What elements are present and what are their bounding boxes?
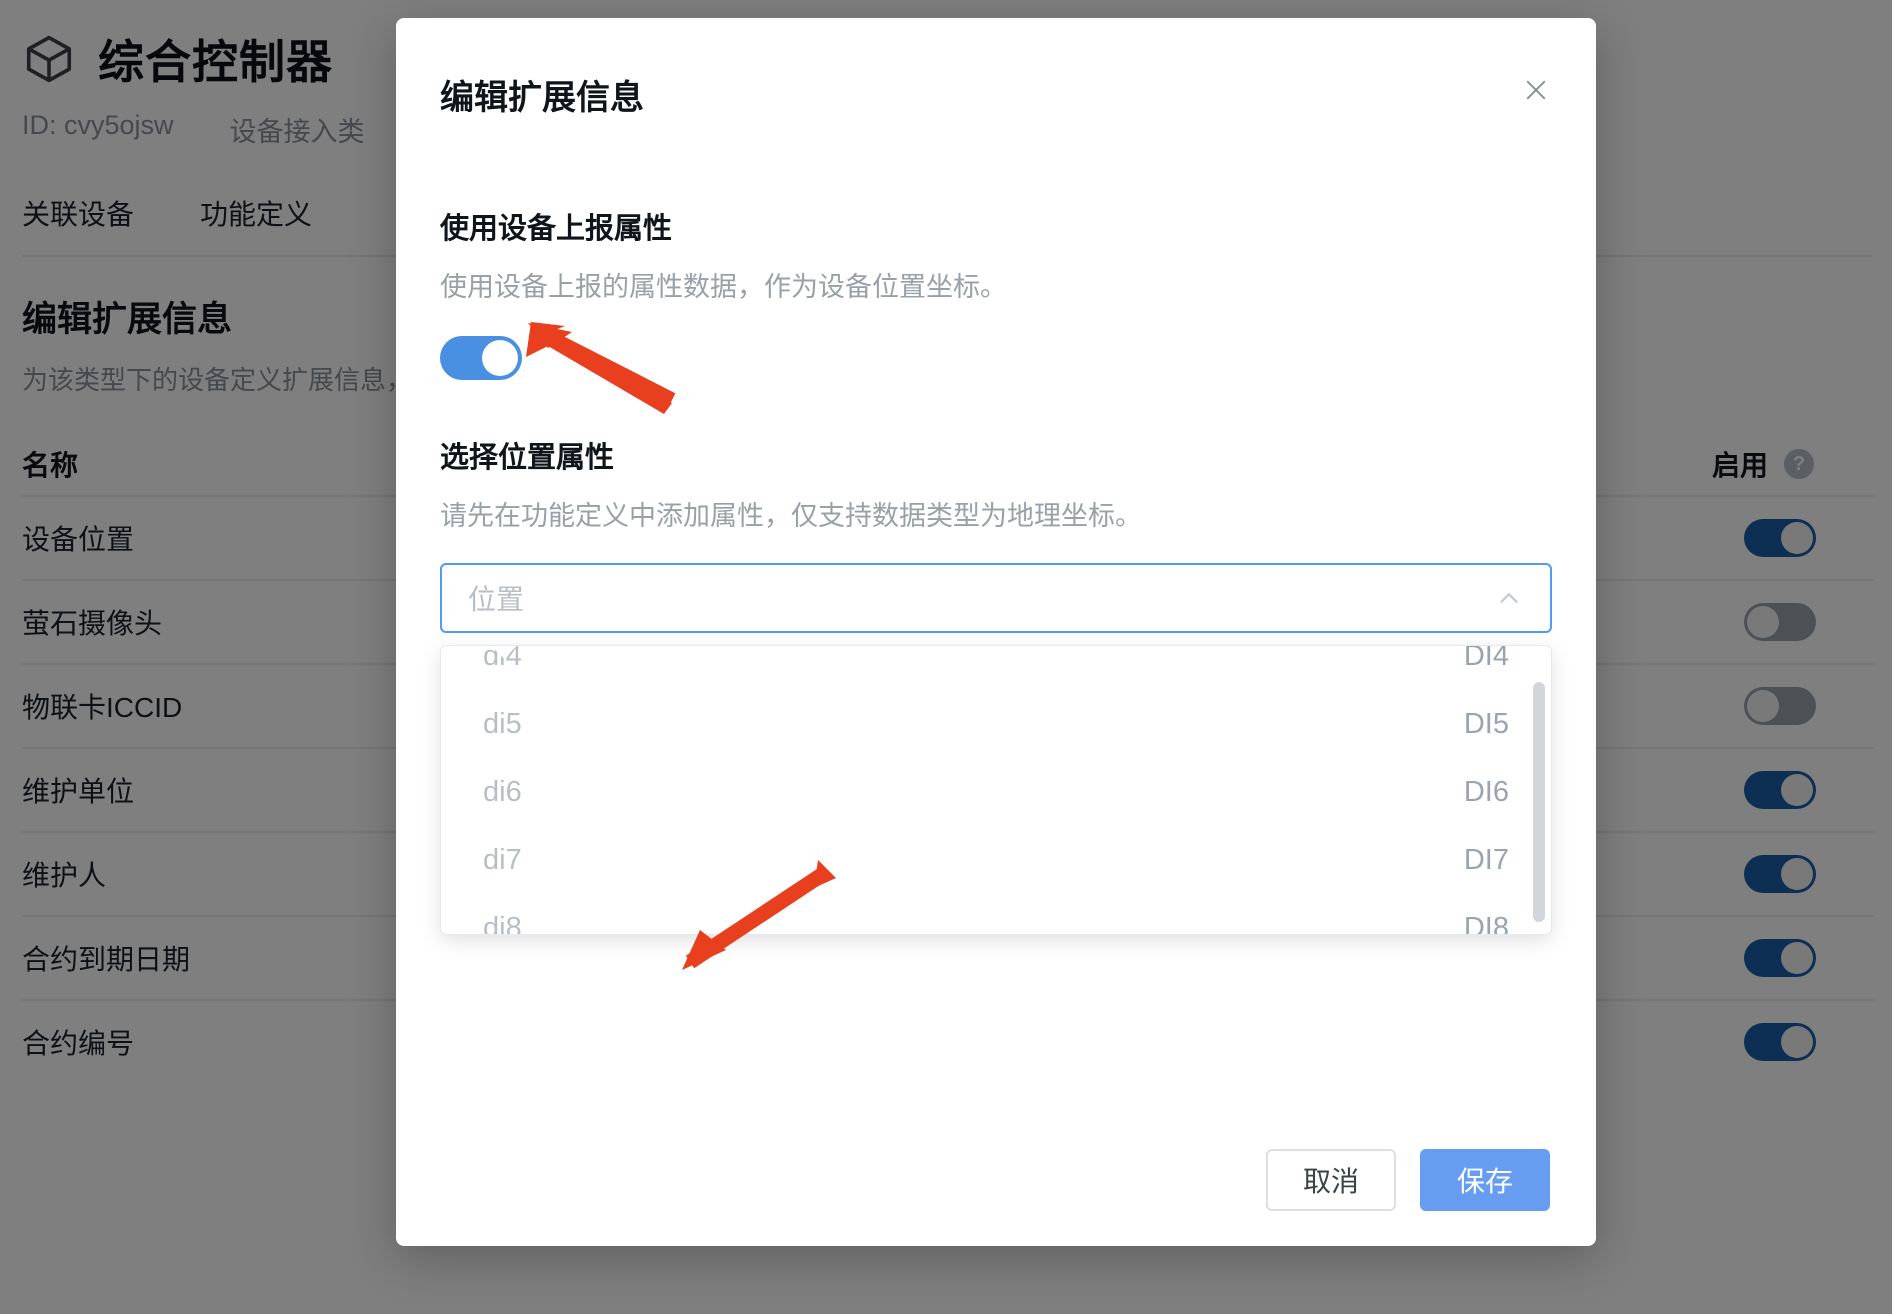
option-value: DI5 [1463, 707, 1509, 740]
position-attribute-description: 请先在功能定义中添加属性，仅支持数据类型为地理坐标。 [440, 501, 1142, 531]
option-key: di5 [483, 707, 522, 740]
dialog-title: 编辑扩展信息 [440, 79, 644, 117]
position-attribute-label: 选择位置属性 [440, 442, 615, 474]
position-attribute-select-wrap: 位置 di1 DI [440, 563, 1552, 935]
option-key: di6 [483, 775, 522, 808]
dropdown-option[interactable]: di4 DI4 [441, 646, 1551, 690]
option-value: DI7 [1463, 843, 1509, 876]
dialog-header: 编辑扩展信息 [396, 18, 1596, 119]
option-key: di8 [483, 911, 522, 935]
dropdown-option[interactable]: di5 DI5 [441, 690, 1551, 758]
use-reported-attribute-toggle[interactable] [440, 336, 522, 380]
dropdown-list: di1 DI1 di2 DI2 di3 DI3 [441, 646, 1551, 934]
save-button[interactable]: 保存 [1420, 1149, 1550, 1211]
dropdown-option[interactable]: di8 DI8 [441, 894, 1551, 935]
position-attribute-select[interactable]: 位置 [440, 563, 1552, 633]
cancel-button[interactable]: 取消 [1266, 1149, 1396, 1211]
chevron-up-icon [1494, 583, 1524, 613]
option-key: di4 [483, 646, 522, 672]
dialog-footer: 取消 保存 [396, 1114, 1596, 1246]
use-reported-attribute-block: 使用设备上报属性 使用设备上报的属性数据，作为设备位置坐标。 [440, 205, 1552, 380]
option-value: DI4 [1463, 646, 1509, 672]
position-attribute-placeholder: 位置 [468, 584, 525, 615]
option-value: DI8 [1463, 911, 1509, 935]
dialog-body: 使用设备上报属性 使用设备上报的属性数据，作为设备位置坐标。 选择位置属性 请先… [396, 205, 1596, 935]
dropdown-option[interactable]: di6 DI6 [441, 758, 1551, 826]
edit-extended-info-dialog: 编辑扩展信息 使用设备上报属性 使用设备上报的属性数据，作为设备位置坐标。 选择… [396, 18, 1596, 1246]
use-reported-attribute-label: 使用设备上报属性 [440, 213, 673, 245]
close-icon[interactable] [1516, 70, 1556, 110]
position-attribute-dropdown: di1 DI1 di2 DI2 di3 DI3 [440, 645, 1552, 935]
screen: 综合控制器 ID: cvy5ojsw 设备接入类 关联设备 功能定义 编辑扩展信… [0, 0, 1892, 1314]
option-key: di7 [483, 843, 522, 876]
dropdown-scrollbar[interactable] [1533, 682, 1545, 922]
dropdown-scroll-area[interactable]: di1 DI1 di2 DI2 di3 DI3 [441, 646, 1551, 934]
option-value: DI6 [1463, 775, 1509, 808]
dropdown-option[interactable]: di7 DI7 [441, 826, 1551, 894]
position-attribute-block: 选择位置属性 请先在功能定义中添加属性，仅支持数据类型为地理坐标。 位置 di4… [440, 434, 1552, 935]
use-reported-attribute-description: 使用设备上报的属性数据，作为设备位置坐标。 [440, 272, 1007, 302]
